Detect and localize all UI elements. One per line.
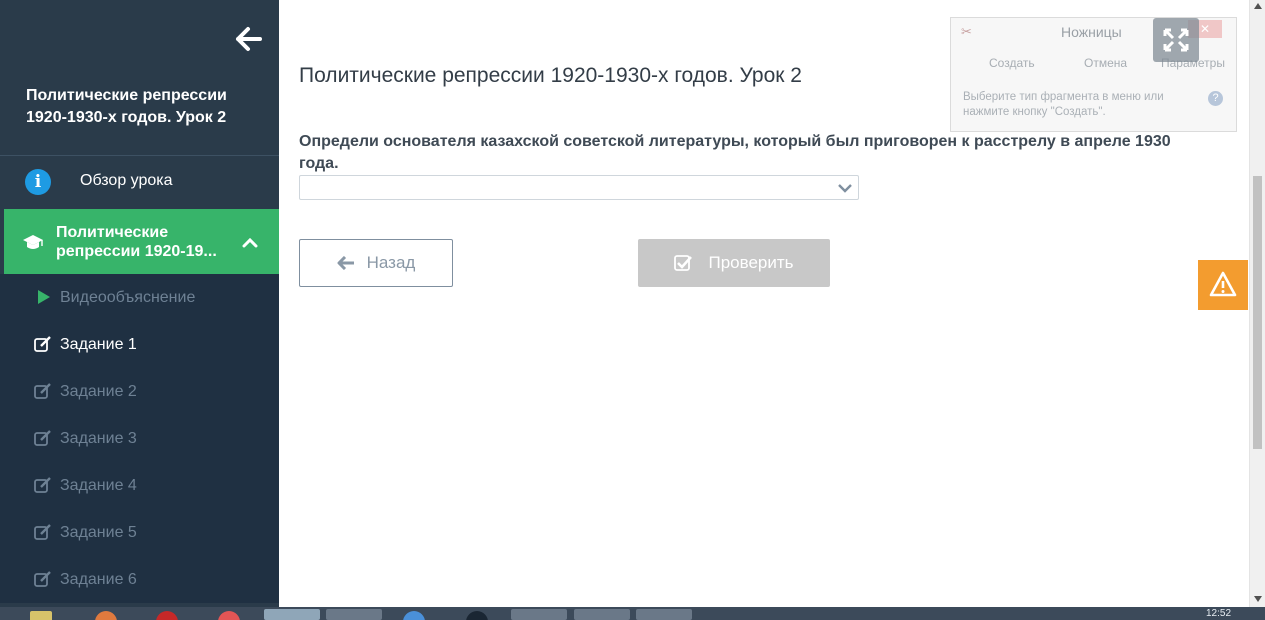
page-scrollbar[interactable]	[1249, 0, 1265, 607]
edit-icon	[34, 571, 51, 587]
sidebar-item-label: Обзор урока	[80, 172, 173, 189]
chevron-up-icon[interactable]	[242, 236, 258, 248]
page-title: Политические репрессии 1920-1930-х годов…	[299, 64, 802, 87]
edit-icon	[34, 336, 51, 352]
scroll-thumb[interactable]	[1253, 176, 1262, 449]
expand-icon	[1163, 28, 1189, 52]
sidebar-item-task-5[interactable]: Задание 5	[0, 509, 279, 556]
sidebar-item-task-6[interactable]: Задание 6	[0, 556, 279, 603]
graduation-cap-icon	[23, 235, 43, 249]
task-list: Видеообъяснение Задание 1 Задание 2 Зада…	[0, 274, 279, 603]
edit-icon	[34, 383, 51, 399]
check-square-icon	[674, 255, 693, 271]
back-button-label: Назад	[366, 253, 416, 272]
sidebar-item-label: Задание 3	[60, 429, 137, 447]
check-button-label: Проверить	[708, 253, 794, 272]
sidebar-item-task-3[interactable]: Задание 3	[0, 415, 279, 462]
chevron-down-icon	[838, 184, 852, 193]
cancel-button[interactable]: Отмена	[1084, 56, 1127, 70]
play-icon	[38, 290, 50, 304]
taskbar-item[interactable]	[264, 609, 320, 620]
create-button[interactable]: Создать	[989, 56, 1035, 70]
taskbar-item[interactable]	[636, 609, 692, 620]
scissors-icon: ✂	[961, 24, 972, 39]
taskbar: 12:52	[0, 607, 1265, 620]
sidebar-item-label: Задание 4	[60, 476, 137, 494]
taskbar-item[interactable]	[326, 609, 382, 620]
lesson-title: Политические репрессии 1920-1930-х годов…	[26, 87, 227, 126]
folder-icon[interactable]	[30, 611, 52, 620]
sidebar-item-label: Видеообъяснение	[60, 288, 196, 306]
taskbar-item[interactable]	[511, 609, 567, 620]
help-icon[interactable]: ?	[1208, 91, 1223, 106]
info-icon: i	[25, 169, 51, 195]
scroll-up-icon[interactable]	[1254, 3, 1262, 9]
snipping-tool-message: Выберите тип фрагмента в меню или нажмит…	[963, 91, 1164, 118]
taskbar-item[interactable]	[574, 609, 630, 620]
clock: 12:52	[1206, 608, 1232, 619]
sidebar-item-video[interactable]: Видеообъяснение	[0, 274, 279, 321]
sidebar-item-active-lesson[interactable]: Политические репрессии 1920-19...	[4, 209, 279, 274]
app-icon[interactable]	[466, 611, 488, 620]
app-icon[interactable]	[156, 611, 178, 620]
back-button[interactable]: Назад	[299, 239, 453, 287]
check-button[interactable]: Проверить	[638, 239, 830, 287]
sidebar-item-overview[interactable]: i Обзор урока	[0, 156, 279, 208]
sidebar-item-label: Задание 5	[60, 523, 137, 541]
scroll-down-icon[interactable]	[1254, 596, 1262, 602]
app-icon[interactable]	[403, 611, 425, 620]
back-arrow-icon[interactable]	[235, 26, 263, 52]
sidebar: Политические репрессии 1920-1930-х годов…	[0, 0, 279, 607]
arrow-left-icon	[337, 256, 354, 270]
sidebar-item-label: Задание 6	[60, 570, 137, 588]
edit-icon	[34, 524, 51, 540]
edit-icon	[34, 477, 51, 493]
fullscreen-button[interactable]	[1153, 18, 1199, 62]
report-problem-button[interactable]	[1198, 260, 1248, 310]
question-text: Определи основателя казахской советской …	[299, 133, 1171, 172]
app-icon[interactable]	[95, 611, 117, 620]
sidebar-item-label: Политические репрессии 1920-19...	[56, 224, 217, 260]
sidebar-item-task-2[interactable]: Задание 2	[0, 368, 279, 415]
edit-icon	[34, 430, 51, 446]
answer-select[interactable]	[299, 175, 859, 200]
sidebar-item-label: Задание 2	[60, 382, 137, 400]
sidebar-item-task-1[interactable]: Задание 1	[0, 321, 279, 368]
sidebar-item-label: Задание 1	[60, 335, 137, 353]
snipping-tool-title: Ножницы	[1061, 24, 1122, 40]
app-icon[interactable]	[218, 611, 240, 620]
warning-icon	[1209, 271, 1237, 297]
sidebar-item-task-4[interactable]: Задание 4	[0, 462, 279, 509]
